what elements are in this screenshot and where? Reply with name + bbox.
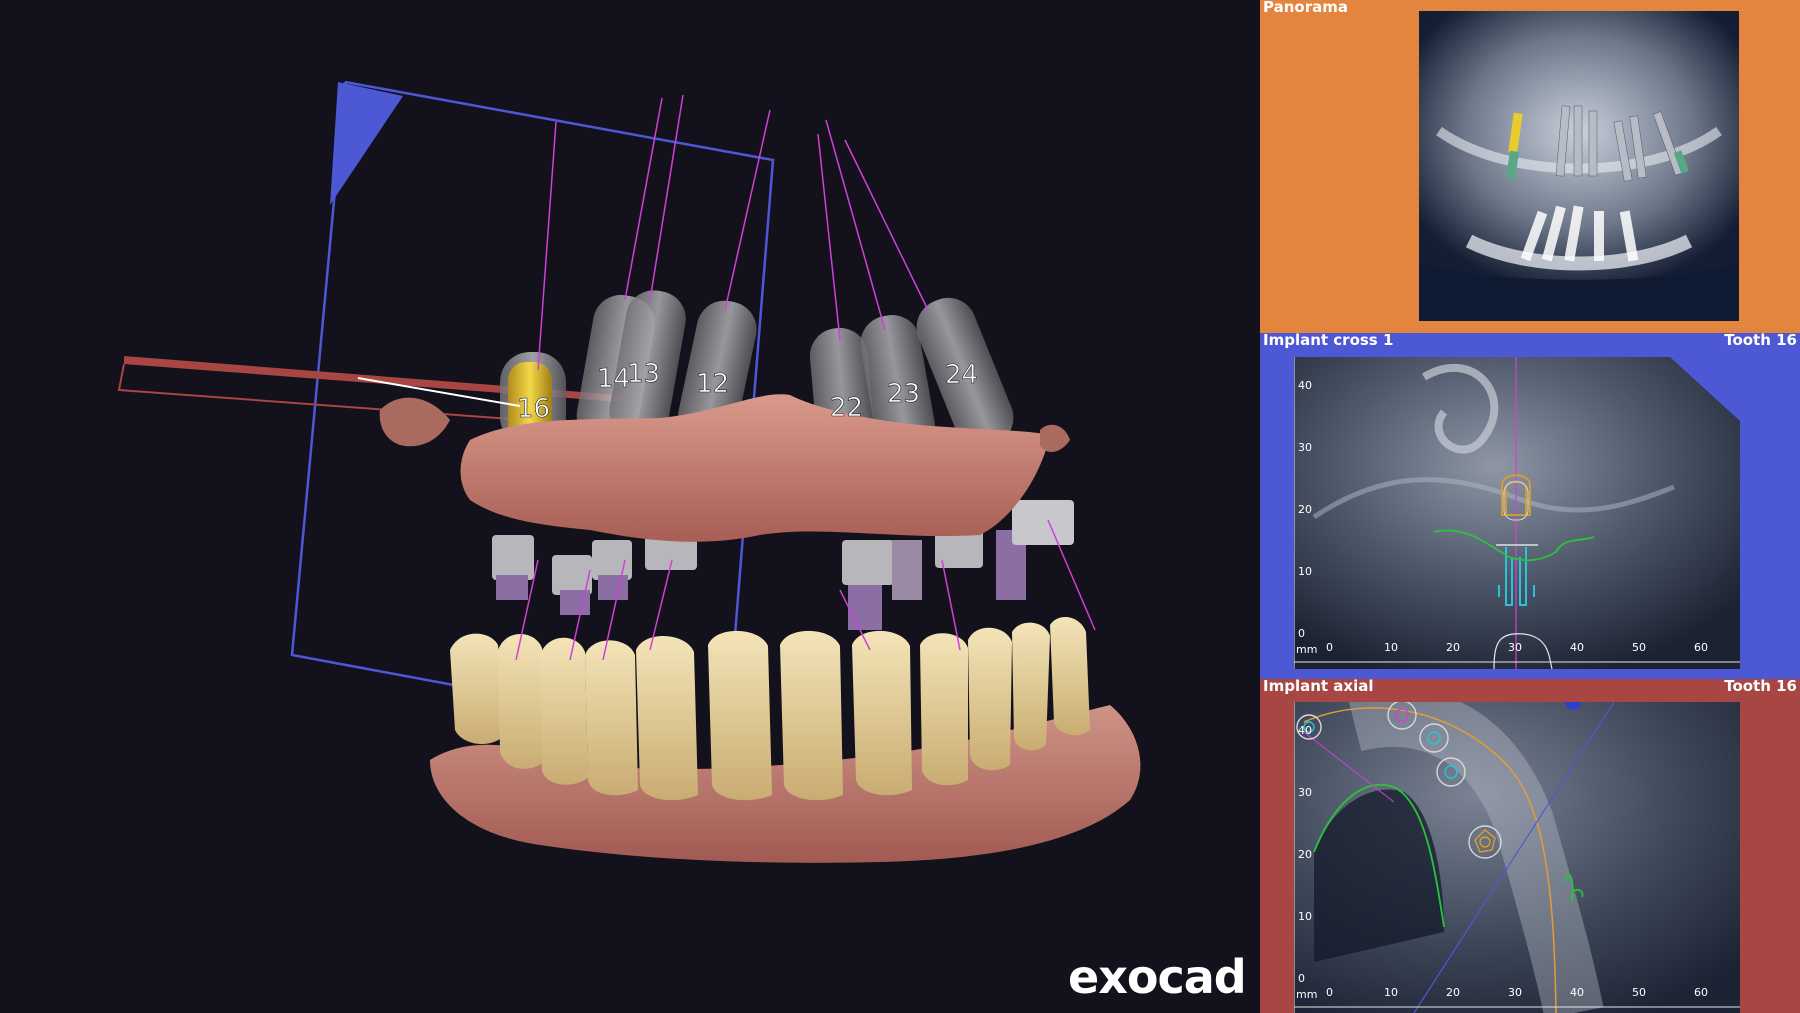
svg-text:10: 10 — [1384, 986, 1398, 999]
panorama-title: Panorama — [1263, 0, 1348, 16]
svg-text:20: 20 — [1446, 641, 1460, 654]
implant-label-23: 23 — [887, 379, 920, 409]
panorama-xray[interactable] — [1419, 11, 1739, 321]
svg-text:30: 30 — [1298, 441, 1312, 454]
implant-axial-panel[interactable]: Implant axial Tooth 16 40 30 20 10 0 mm … — [1260, 677, 1800, 1013]
implant-label-12: 12 — [696, 369, 729, 399]
implant-label-16: 16 — [517, 394, 550, 424]
svg-text:60: 60 — [1694, 641, 1708, 654]
svg-text:10: 10 — [1384, 641, 1398, 654]
svg-text:0: 0 — [1298, 972, 1305, 985]
cross-panel-tooth: Tooth 16 — [1724, 331, 1797, 349]
svg-text:50: 50 — [1632, 986, 1646, 999]
3d-scene[interactable]: 16 14 13 12 22 23 24 — [0, 0, 1260, 1013]
svg-text:0: 0 — [1326, 641, 1333, 654]
implant-label-14: 14 — [597, 364, 630, 394]
svg-text:40: 40 — [1298, 379, 1312, 392]
axial-panel-title: Implant axial — [1263, 677, 1374, 695]
svg-text:40: 40 — [1570, 986, 1584, 999]
svg-text:20: 20 — [1298, 848, 1312, 861]
cross-unit-label: mm — [1296, 643, 1317, 656]
implant-label-13: 13 — [627, 359, 660, 389]
axial-unit-label: mm — [1296, 988, 1317, 1001]
svg-text:0: 0 — [1326, 986, 1333, 999]
implant-label-22: 22 — [830, 393, 863, 423]
exocad-logo: exocad — [1068, 950, 1247, 1004]
svg-text:30: 30 — [1508, 641, 1522, 654]
svg-text:10: 10 — [1298, 910, 1312, 923]
svg-text:0: 0 — [1298, 627, 1305, 640]
implant-cross-panel[interactable]: Implant cross 1 Tooth 16 40 30 20 10 0 m… — [1260, 331, 1800, 679]
implant-label-24: 24 — [945, 360, 978, 390]
axial-panel-tooth: Tooth 16 — [1724, 677, 1797, 695]
svg-text:40: 40 — [1570, 641, 1584, 654]
gum-flap-left — [379, 397, 450, 447]
svg-text:30: 30 — [1508, 986, 1522, 999]
panorama-panel[interactable]: Panorama — [1260, 0, 1800, 333]
svg-text:20: 20 — [1298, 503, 1312, 516]
svg-text:50: 50 — [1632, 641, 1646, 654]
3d-viewport[interactable]: 16 14 13 12 22 23 24 exocad — [0, 0, 1260, 1013]
svg-text:10: 10 — [1298, 565, 1312, 578]
svg-text:30: 30 — [1298, 786, 1312, 799]
axial-view[interactable]: 40 30 20 10 0 mm 0 10 20 30 40 50 60 — [1294, 702, 1740, 1013]
svg-text:20: 20 — [1446, 986, 1460, 999]
cross-panel-title: Implant cross 1 — [1263, 331, 1394, 349]
svg-text:60: 60 — [1694, 986, 1708, 999]
cross-section-view[interactable]: 40 30 20 10 0 mm 0 10 20 30 40 50 60 — [1294, 357, 1740, 669]
gum-flap-right — [1040, 424, 1070, 452]
svg-text:40: 40 — [1298, 724, 1312, 737]
